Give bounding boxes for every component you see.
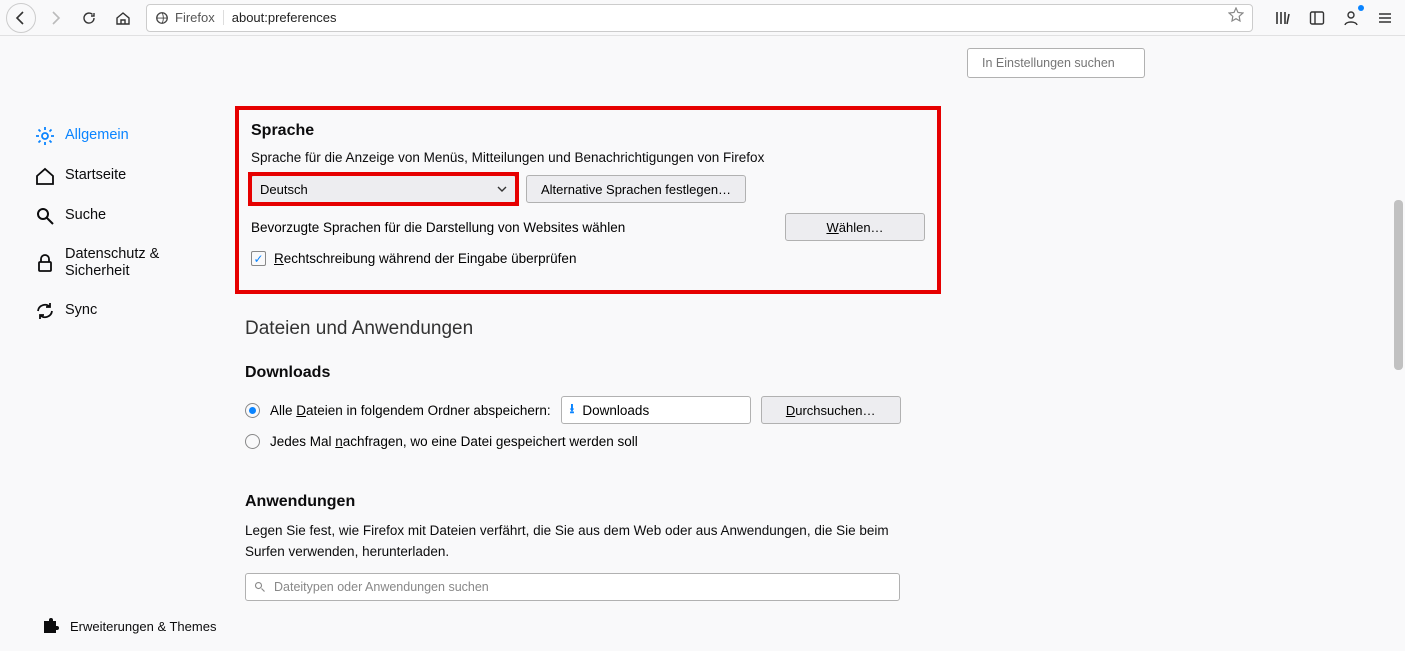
url-text: about:preferences bbox=[232, 10, 1220, 25]
sync-icon bbox=[35, 301, 55, 321]
firefox-icon bbox=[155, 11, 169, 25]
url-identity: Firefox bbox=[155, 10, 224, 25]
search-icon bbox=[254, 581, 266, 593]
home-icon bbox=[115, 10, 131, 26]
search-input[interactable] bbox=[982, 56, 1143, 70]
home-icon bbox=[35, 166, 55, 186]
preferred-sites-label: Bevorzugte Sprachen für die Darstellung … bbox=[251, 220, 625, 235]
url-bar[interactable]: Firefox about:preferences bbox=[146, 4, 1253, 32]
scrollbar-thumb[interactable] bbox=[1394, 200, 1403, 370]
browser-toolbar: Firefox about:preferences bbox=[0, 0, 1405, 36]
applications-heading: Anwendungen bbox=[245, 493, 905, 511]
lock-icon bbox=[35, 253, 55, 273]
reload-button[interactable] bbox=[74, 3, 104, 33]
language-section-highlighted: Sprache Sprache für die Anzeige von Menü… bbox=[235, 106, 941, 294]
download-folder-field[interactable]: ⭳ Downloads bbox=[561, 396, 751, 424]
toolbar-right bbox=[1261, 4, 1399, 32]
reload-icon bbox=[81, 10, 97, 26]
download-folder-name: Downloads bbox=[582, 403, 649, 418]
browse-button[interactable]: Durchsuchen… bbox=[761, 396, 901, 424]
search-icon bbox=[35, 206, 55, 226]
forward-button[interactable] bbox=[40, 3, 70, 33]
bookmark-star-icon[interactable] bbox=[1228, 7, 1244, 28]
home-button[interactable] bbox=[108, 3, 138, 33]
sidebar-item-label: Sync bbox=[65, 302, 97, 319]
sidebar-icon bbox=[1309, 10, 1325, 26]
download-arrow-icon: ⭳ bbox=[570, 399, 575, 422]
sidebar-button[interactable] bbox=[1303, 4, 1331, 32]
language-select[interactable]: Deutsch bbox=[251, 175, 516, 203]
sidebar-item-label: Allgemein bbox=[65, 127, 129, 144]
files-section-title: Dateien und Anwendungen bbox=[245, 318, 905, 340]
ask-radio[interactable] bbox=[245, 434, 260, 449]
gear-icon bbox=[35, 126, 55, 146]
spellcheck-label: Rechtschreibung während der Eingabe über… bbox=[274, 251, 576, 266]
menu-button[interactable] bbox=[1371, 4, 1399, 32]
sidebar-item-label: Suche bbox=[65, 207, 106, 224]
back-button[interactable] bbox=[6, 3, 36, 33]
library-button[interactable] bbox=[1269, 4, 1297, 32]
downloads-heading: Downloads bbox=[245, 364, 905, 382]
sidebar-item-home[interactable]: Startseite bbox=[35, 156, 225, 196]
files-section: Dateien und Anwendungen Downloads Alle D… bbox=[245, 318, 905, 601]
save-all-radio[interactable] bbox=[245, 403, 260, 418]
btn-label: Durchsuchen… bbox=[786, 403, 876, 418]
sidebar-item-general[interactable]: Allgemein bbox=[35, 116, 225, 156]
language-selected: Deutsch bbox=[260, 182, 308, 197]
chevron-down-icon bbox=[497, 184, 507, 194]
account-icon bbox=[1343, 10, 1359, 26]
btn-label: Alternative Sprachen festlegen… bbox=[541, 182, 731, 197]
identity-label: Firefox bbox=[175, 10, 215, 25]
choose-languages-button[interactable]: Wählen… bbox=[785, 213, 925, 241]
puzzle-icon bbox=[40, 617, 60, 637]
sidebar-item-label: Startseite bbox=[65, 167, 126, 184]
sidebar-item-addons[interactable]: Erweiterungen & Themes bbox=[40, 607, 225, 647]
preferences-search[interactable] bbox=[967, 48, 1145, 78]
sidebar-item-label: Erweiterungen & Themes bbox=[70, 619, 216, 635]
hamburger-icon bbox=[1377, 10, 1393, 26]
filetype-search-placeholder: Dateitypen oder Anwendungen suchen bbox=[274, 580, 489, 594]
preferences-page: Allgemein Startseite Suche Datenschutz &… bbox=[0, 36, 1405, 651]
sidebar: Allgemein Startseite Suche Datenschutz &… bbox=[0, 36, 225, 651]
arrow-left-icon bbox=[13, 10, 29, 26]
language-heading: Sprache bbox=[251, 122, 925, 140]
sidebar-item-privacy[interactable]: Datenschutz & Sicherheit bbox=[35, 236, 225, 291]
account-button[interactable] bbox=[1337, 4, 1365, 32]
save-all-label: Alle Dateien in folgendem Ordner abspeic… bbox=[270, 403, 551, 418]
notification-dot bbox=[1358, 5, 1364, 11]
library-icon bbox=[1275, 10, 1291, 26]
sidebar-item-sync[interactable]: Sync bbox=[35, 291, 225, 331]
filetype-search[interactable]: Dateitypen oder Anwendungen suchen bbox=[245, 573, 900, 601]
set-alternative-languages-button[interactable]: Alternative Sprachen festlegen… bbox=[526, 175, 746, 203]
ask-label: Jedes Mal nachfragen, wo eine Datei gesp… bbox=[270, 434, 638, 449]
main-content: Sprache Sprache für die Anzeige von Menü… bbox=[225, 36, 1405, 651]
spellcheck-checkbox[interactable]: ✓ bbox=[251, 251, 266, 266]
language-description: Sprache für die Anzeige von Menüs, Mitte… bbox=[251, 150, 925, 165]
applications-description: Legen Sie fest, wie Firefox mit Dateien … bbox=[245, 521, 905, 563]
btn-label: Wählen… bbox=[826, 220, 883, 235]
sidebar-item-search[interactable]: Suche bbox=[35, 196, 225, 236]
sidebar-item-label: Datenschutz & Sicherheit bbox=[65, 246, 225, 281]
arrow-right-icon bbox=[47, 10, 63, 26]
